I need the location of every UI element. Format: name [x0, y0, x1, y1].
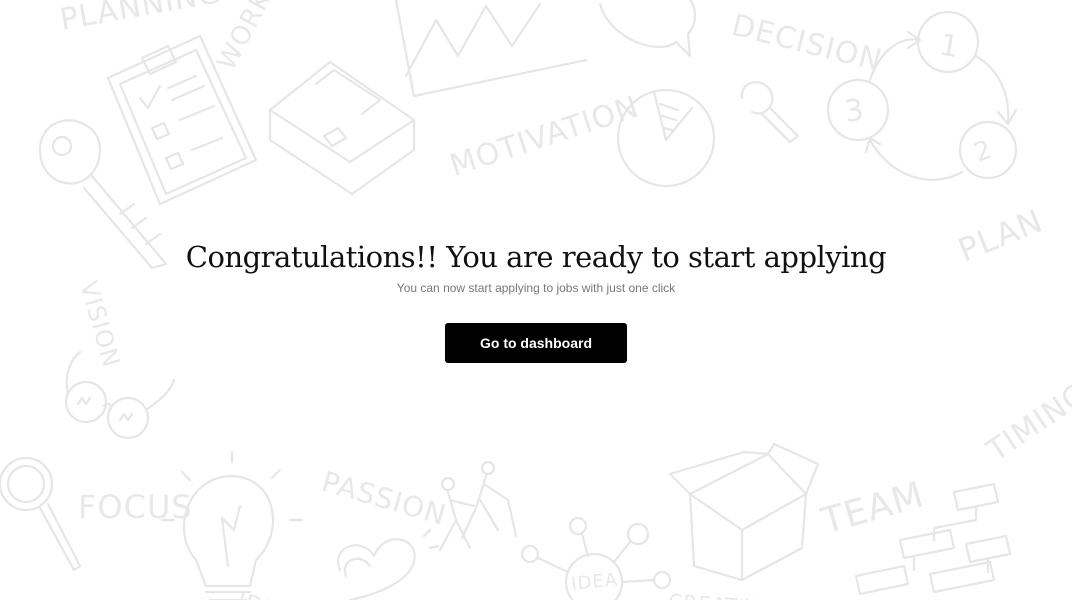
- cycle-number-3: 3: [842, 92, 867, 129]
- congratulations-page: PLANNING WORK MOTIVATION DECISION 1 3 2 …: [0, 0, 1072, 600]
- cycle-number-1: 1: [937, 27, 963, 65]
- doodle-word-idea: IDEA: [570, 569, 619, 595]
- doodle-word-focus: FOCUS: [78, 488, 193, 526]
- briefcase-doodle: [268, 60, 416, 196]
- doodle-word-work: WORK: [212, 0, 279, 75]
- doodle-word-creativity: CREATIVITY: [668, 589, 794, 600]
- doodle-word-team: TEAM: [816, 474, 929, 542]
- page-title: Congratulations!! You are ready to start…: [185, 240, 887, 274]
- lightbulb-doodle: IDEA: [160, 450, 304, 600]
- idea-network-doodle: IDEA: [520, 516, 672, 600]
- cycle-number-2: 2: [970, 134, 997, 168]
- people-doodle: [438, 460, 518, 552]
- confirmation-panel: Congratulations!! You are ready to start…: [0, 236, 1072, 363]
- doodle-word-idea-bulb: IDEA: [234, 588, 295, 600]
- go-to-dashboard-button[interactable]: Go to dashboard: [445, 323, 627, 363]
- heart-doodle: [337, 528, 440, 600]
- pie-doodle: [616, 88, 716, 188]
- box-doodle: [668, 442, 820, 582]
- doodle-word-timing: TIMING: [980, 376, 1072, 469]
- doodle-word-motivation: MOTIVATION: [446, 90, 644, 184]
- magnifier-doodle-bottom: [0, 456, 82, 572]
- doodle-word-decision: DECISION: [728, 8, 886, 79]
- doodle-word-passion: PASSION: [318, 465, 450, 532]
- doodle-word-planning: PLANNING: [57, 0, 224, 38]
- glasses-doodle: [64, 350, 176, 440]
- graph-doodle: [394, 0, 588, 98]
- speech-bubble-doodle: [598, 0, 697, 58]
- page-subtitle: You can now start applying to jobs with …: [396, 281, 676, 295]
- magnifier-doodle-top: [740, 81, 800, 144]
